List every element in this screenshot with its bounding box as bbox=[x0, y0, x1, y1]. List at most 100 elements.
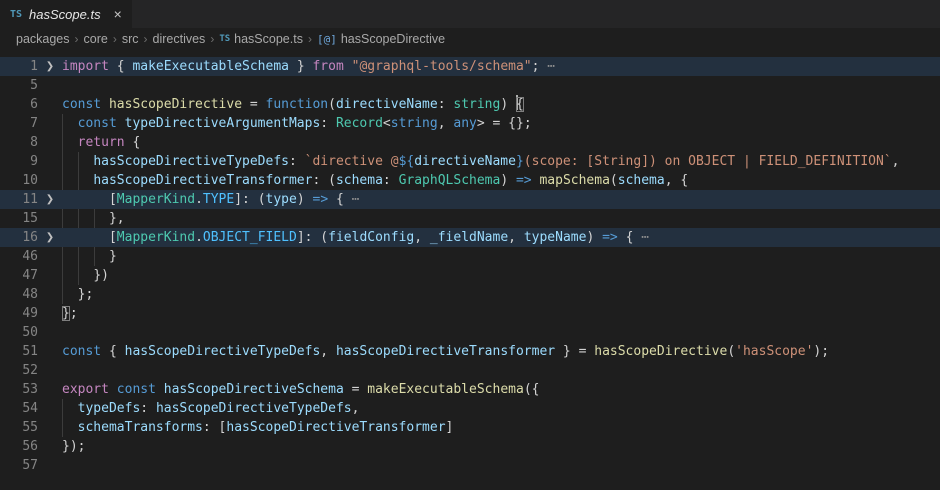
line-number[interactable]: 52 bbox=[0, 361, 38, 380]
gutter: 9 bbox=[0, 152, 62, 171]
tab-title: hasScope.ts bbox=[29, 7, 101, 22]
code-line-57[interactable]: 57 bbox=[0, 456, 940, 475]
code-token: TYPE bbox=[203, 192, 234, 207]
fold-spacer bbox=[38, 209, 62, 228]
code-line-8[interactable]: 8 return { bbox=[0, 133, 940, 152]
code-line-51[interactable]: 51const { hasScopeDirectiveTypeDefs, has… bbox=[0, 342, 940, 361]
gutter: 49 bbox=[0, 304, 62, 323]
fold-spacer bbox=[38, 380, 62, 399]
code-line-9[interactable]: 9 hasScopeDirectiveTypeDefs: `directive … bbox=[0, 152, 940, 171]
line-number[interactable]: 50 bbox=[0, 323, 38, 342]
breadcrumb-item-hasscopedirective[interactable]: [@]hasScopeDirective bbox=[317, 32, 445, 46]
line-number[interactable]: 8 bbox=[0, 133, 38, 152]
fold-spacer bbox=[38, 133, 62, 152]
breadcrumb-item-core[interactable]: core bbox=[84, 32, 108, 46]
line-number[interactable]: 10 bbox=[0, 171, 38, 190]
line-number[interactable]: 56 bbox=[0, 437, 38, 456]
fold-chevron-icon[interactable]: ❯ bbox=[38, 228, 62, 247]
breadcrumb-separator: › bbox=[210, 32, 214, 46]
code-line-48[interactable]: 48 }; bbox=[0, 285, 940, 304]
fold-spacer bbox=[38, 361, 62, 380]
fold-spacer bbox=[38, 342, 62, 361]
code-line-47[interactable]: 47 }) bbox=[0, 266, 940, 285]
line-number[interactable]: 57 bbox=[0, 456, 38, 475]
line-number[interactable]: 15 bbox=[0, 209, 38, 228]
breadcrumb-item-packages[interactable]: packages bbox=[16, 32, 70, 46]
code-token: GraphQLSchema bbox=[399, 173, 501, 188]
line-number[interactable]: 46 bbox=[0, 247, 38, 266]
gutter: 1❯ bbox=[0, 57, 62, 76]
code-line-52[interactable]: 52 bbox=[0, 361, 940, 380]
code-token: ( bbox=[727, 344, 735, 359]
code-line-46[interactable]: 46 } bbox=[0, 247, 940, 266]
fold-chevron-icon[interactable]: ❯ bbox=[38, 57, 62, 76]
code-token: from bbox=[312, 59, 343, 74]
code-token: ) bbox=[500, 173, 516, 188]
breadcrumb-label: hasScope.ts bbox=[234, 32, 303, 46]
breadcrumb-item-src[interactable]: src bbox=[122, 32, 139, 46]
code-line-15[interactable]: 15 }, bbox=[0, 209, 940, 228]
fold-spacer bbox=[38, 114, 62, 133]
breadcrumb-item-hasscope-ts[interactable]: TShasScope.ts bbox=[219, 32, 303, 46]
line-number[interactable]: 6 bbox=[0, 95, 38, 114]
line-number[interactable]: 54 bbox=[0, 399, 38, 418]
line-number[interactable]: 48 bbox=[0, 285, 38, 304]
line-number[interactable]: 55 bbox=[0, 418, 38, 437]
gutter: 8 bbox=[0, 133, 62, 152]
tab-hasscope[interactable]: TS hasScope.ts × bbox=[0, 0, 132, 28]
code-token: , { bbox=[665, 173, 688, 188]
code-token: : [ bbox=[203, 420, 226, 435]
code-token: , bbox=[438, 116, 454, 131]
code-line-1[interactable]: 1❯import { makeExecutableSchema } from "… bbox=[0, 57, 940, 76]
code-line-55[interactable]: 55 schemaTransforms: [hasScopeDirectiveT… bbox=[0, 418, 940, 437]
line-number[interactable]: 5 bbox=[0, 76, 38, 95]
line-number[interactable]: 9 bbox=[0, 152, 38, 171]
line-number[interactable]: 47 bbox=[0, 266, 38, 285]
code-line-53[interactable]: 53export const hasScopeDirectiveSchema =… bbox=[0, 380, 940, 399]
fold-spacer bbox=[38, 247, 62, 266]
breadcrumb: packages›core›src›directives›TShasScope.… bbox=[0, 28, 940, 50]
line-number[interactable]: 11 bbox=[0, 190, 38, 209]
folded-code-ellipsis[interactable]: ⋯ bbox=[547, 59, 555, 74]
code-line-5[interactable]: 5 bbox=[0, 76, 940, 95]
line-number[interactable]: 53 bbox=[0, 380, 38, 399]
line-number[interactable]: 1 bbox=[0, 57, 38, 76]
line-number[interactable]: 16 bbox=[0, 228, 38, 247]
breadcrumb-label: src bbox=[122, 32, 139, 46]
line-number[interactable]: 51 bbox=[0, 342, 38, 361]
code-token: const bbox=[62, 344, 101, 359]
code-token: [ bbox=[109, 230, 117, 245]
code-line-16[interactable]: 16❯ [MapperKind.OBJECT_FIELD]: (fieldCon… bbox=[0, 228, 940, 247]
code-token: hasScopeDirectiveSchema bbox=[164, 382, 344, 397]
line-number[interactable]: 49 bbox=[0, 304, 38, 323]
folded-code-ellipsis[interactable]: ⋯ bbox=[352, 192, 360, 207]
line-number[interactable]: 7 bbox=[0, 114, 38, 133]
code-token: fieldConfig bbox=[328, 230, 414, 245]
code-line-10[interactable]: 10 hasScopeDirectiveTransformer: (schema… bbox=[0, 171, 940, 190]
code-line-50[interactable]: 50 bbox=[0, 323, 940, 342]
breadcrumb-separator: › bbox=[113, 32, 117, 46]
code-line-54[interactable]: 54 typeDefs: hasScopeDirectiveTypeDefs, bbox=[0, 399, 940, 418]
code-token: typeDefs bbox=[78, 401, 141, 416]
code-token: }) bbox=[93, 268, 109, 283]
code-line-56[interactable]: 56}); bbox=[0, 437, 940, 456]
gutter: 54 bbox=[0, 399, 62, 418]
code-line-7[interactable]: 7 const typeDirectiveArgumentMaps: Recor… bbox=[0, 114, 940, 133]
code-line-6[interactable]: 6const hasScopeDirective = function(dire… bbox=[0, 95, 940, 114]
folded-code-ellipsis[interactable]: ⋯ bbox=[641, 230, 649, 245]
code-token: ] bbox=[446, 420, 454, 435]
fold-spacer bbox=[38, 76, 62, 95]
code-token: schemaTransforms bbox=[78, 420, 203, 435]
indent-whitespace bbox=[62, 173, 93, 188]
code-line-49[interactable]: 49}; bbox=[0, 304, 940, 323]
code-token: _fieldName bbox=[430, 230, 508, 245]
code-token: hasScopeDirectiveTypeDefs bbox=[125, 344, 321, 359]
breadcrumb-item-directives[interactable]: directives bbox=[153, 32, 206, 46]
code-token: . bbox=[195, 230, 203, 245]
code-token: any bbox=[453, 116, 476, 131]
code-text: import { makeExecutableSchema } from "@g… bbox=[62, 57, 555, 76]
close-icon[interactable]: × bbox=[114, 7, 122, 21]
code-line-11[interactable]: 11❯ [MapperKind.TYPE]: (type) => { ⋯ bbox=[0, 190, 940, 209]
fold-chevron-icon[interactable]: ❯ bbox=[38, 190, 62, 209]
indent-whitespace bbox=[62, 154, 93, 169]
